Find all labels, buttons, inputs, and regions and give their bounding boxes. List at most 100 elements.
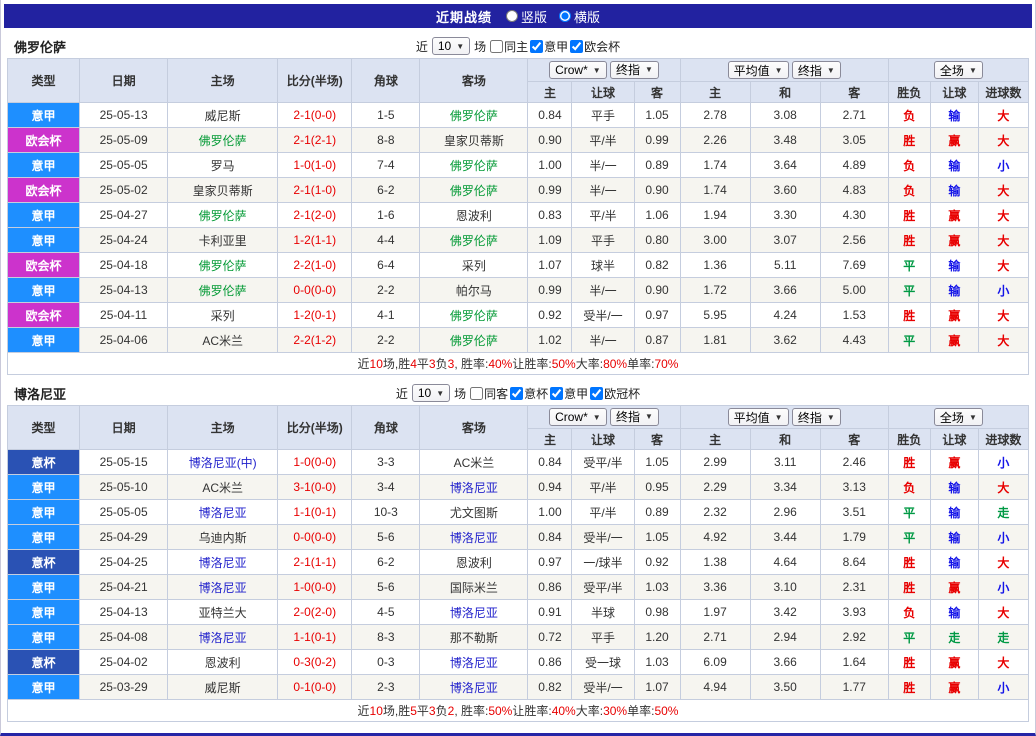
euro-source-select[interactable]: 平均值▼ [728, 408, 789, 426]
home-team-link[interactable]: 博洛尼亚 [168, 500, 278, 525]
away-team-link[interactable]: 佛罗伦萨 [420, 303, 528, 328]
checkbox-input[interactable] [550, 387, 563, 400]
filter-checkbox[interactable]: 意甲 [530, 38, 568, 55]
away-team-link[interactable]: 皇家贝蒂斯 [420, 128, 528, 153]
filter-bar: 近 10▼ 场 同主意甲欧会杯 [416, 37, 620, 55]
match-row: 意杯25-04-25博洛尼亚2-1(1-1)6-2恩波利0.97一/球半0.92… [8, 550, 1029, 575]
euro-time-select[interactable]: 终指▼ [792, 408, 841, 426]
home-team-link[interactable]: 亚特兰大 [168, 600, 278, 625]
home-team-link[interactable]: 博洛尼亚(中) [168, 450, 278, 475]
asia-odds-away: 0.89 [634, 500, 680, 525]
checkbox-input[interactable] [570, 40, 583, 53]
checkbox-input[interactable] [590, 387, 603, 400]
match-row: 意甲25-04-29乌迪内斯0-0(0-0)5-6博洛尼亚0.84受半/一1.0… [8, 525, 1029, 550]
home-team-link[interactable]: 威尼斯 [168, 675, 278, 700]
euro-time-select[interactable]: 终指▼ [792, 61, 841, 79]
checkbox-input[interactable] [470, 387, 483, 400]
asia-source-select[interactable]: Crow*▼ [549, 61, 607, 79]
corner-count: 6-2 [352, 550, 420, 575]
match-count-select[interactable]: 10▼ [432, 37, 470, 55]
filter-checkbox[interactable]: 欧会杯 [570, 38, 620, 55]
filter-checkbox[interactable]: 同主 [490, 38, 528, 55]
away-team-link[interactable]: 恩波利 [420, 550, 528, 575]
away-team-link[interactable]: 国际米兰 [420, 575, 528, 600]
col-header-home: 主场 [168, 59, 278, 103]
summary-segment: 3 [448, 357, 455, 371]
away-team-link[interactable]: 博洛尼亚 [420, 650, 528, 675]
league-type-cell: 意甲 [8, 500, 80, 525]
away-team-link[interactable]: 采列 [420, 253, 528, 278]
euro-odds-home: 1.36 [680, 253, 750, 278]
result-goals: 大 [978, 650, 1028, 675]
scope-select[interactable]: 全场▼ [934, 408, 983, 426]
home-team-link[interactable]: 博洛尼亚 [168, 575, 278, 600]
home-team-link[interactable]: 佛罗伦萨 [168, 278, 278, 303]
league-type-cell: 意甲 [8, 278, 80, 303]
away-team-link[interactable]: 博洛尼亚 [420, 675, 528, 700]
match-score: 1-1(0-1) [278, 500, 352, 525]
home-team-link[interactable]: AC米兰 [168, 328, 278, 353]
home-team-link[interactable]: 恩波利 [168, 650, 278, 675]
home-team-link[interactable]: 博洛尼亚 [168, 625, 278, 650]
result-handicap: 输 [930, 500, 978, 525]
match-row: 欧会杯25-05-02皇家贝蒂斯2-1(1-0)6-2佛罗伦萨0.99半/一0.… [8, 178, 1029, 203]
filter-checkbox[interactable]: 同客 [470, 385, 508, 402]
away-team-link[interactable]: 博洛尼亚 [420, 600, 528, 625]
away-team-link[interactable]: 佛罗伦萨 [420, 178, 528, 203]
layout-radio-input[interactable] [506, 10, 518, 22]
asia-source-select[interactable]: Crow*▼ [549, 408, 607, 426]
match-score: 1-0(0-0) [278, 575, 352, 600]
asia-time-select[interactable]: 终指▼ [610, 61, 659, 79]
scope-select[interactable]: 全场▼ [934, 61, 983, 79]
euro-odds-home: 4.92 [680, 525, 750, 550]
filter-checkbox[interactable]: 意杯 [510, 385, 548, 402]
checkbox-label: 意甲 [544, 38, 568, 55]
home-team-link[interactable]: 威尼斯 [168, 103, 278, 128]
result-goals: 小 [978, 525, 1028, 550]
away-team-link[interactable]: 尤文图斯 [420, 500, 528, 525]
checkbox-input[interactable] [530, 40, 543, 53]
home-team-link[interactable]: 乌迪内斯 [168, 525, 278, 550]
away-team-link[interactable]: 佛罗伦萨 [420, 103, 528, 128]
match-count-select[interactable]: 10▼ [412, 384, 450, 402]
result-handicap: 输 [930, 153, 978, 178]
home-team-link[interactable]: 罗马 [168, 153, 278, 178]
home-team-link[interactable]: 博洛尼亚 [168, 550, 278, 575]
home-team-link[interactable]: 佛罗伦萨 [168, 203, 278, 228]
asia-time-select[interactable]: 终指▼ [610, 408, 659, 426]
away-team-link[interactable]: 那不勒斯 [420, 625, 528, 650]
result-goals: 大 [978, 228, 1028, 253]
layout-radio-option[interactable]: 竖版 [506, 7, 547, 26]
summary-segment: 近 [358, 355, 370, 372]
home-team-link[interactable]: 卡利亚里 [168, 228, 278, 253]
summary-segment: 让胜率: [512, 355, 551, 372]
chevron-down-icon: ▼ [775, 66, 783, 75]
league-type-cell: 意甲 [8, 575, 80, 600]
chevron-down-icon: ▼ [593, 413, 601, 422]
home-team-link[interactable]: 佛罗伦萨 [168, 253, 278, 278]
filter-checkbox[interactable]: 意甲 [550, 385, 588, 402]
summary-segment: 负 [436, 355, 448, 372]
home-team-link[interactable]: 采列 [168, 303, 278, 328]
match-score: 0-0(0-0) [278, 525, 352, 550]
home-team-link[interactable]: 皇家贝蒂斯 [168, 178, 278, 203]
checkbox-input[interactable] [510, 387, 523, 400]
away-team-link[interactable]: 佛罗伦萨 [420, 328, 528, 353]
checkbox-input[interactable] [490, 40, 503, 53]
away-team-link[interactable]: AC米兰 [420, 450, 528, 475]
away-team-link[interactable]: 恩波利 [420, 203, 528, 228]
away-team-link[interactable]: 博洛尼亚 [420, 475, 528, 500]
layout-radio-option[interactable]: 横版 [559, 7, 600, 26]
matches-table: 类型 日期 主场 比分(半场) 角球 客场 Crow*▼ 终指▼ 平均值▼ 终指… [7, 58, 1029, 353]
away-team-link[interactable]: 帕尔马 [420, 278, 528, 303]
corner-count: 2-2 [352, 278, 420, 303]
euro-odds-away: 4.30 [820, 203, 888, 228]
away-team-link[interactable]: 博洛尼亚 [420, 525, 528, 550]
euro-source-select[interactable]: 平均值▼ [728, 61, 789, 79]
layout-radio-input[interactable] [559, 10, 571, 22]
away-team-link[interactable]: 佛罗伦萨 [420, 153, 528, 178]
home-team-link[interactable]: 佛罗伦萨 [168, 128, 278, 153]
home-team-link[interactable]: AC米兰 [168, 475, 278, 500]
filter-checkbox[interactable]: 欧冠杯 [590, 385, 640, 402]
away-team-link[interactable]: 佛罗伦萨 [420, 228, 528, 253]
